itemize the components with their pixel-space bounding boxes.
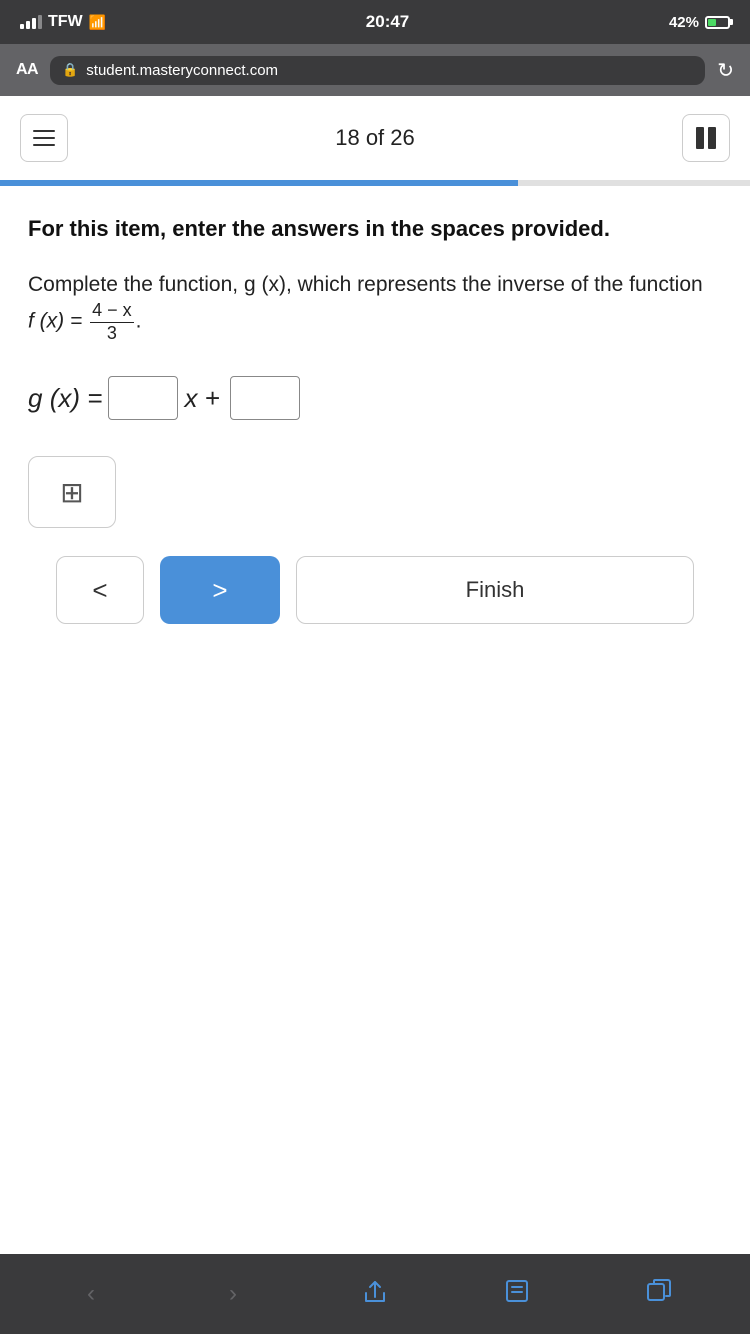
main-content: 18 of 26 For this item, enter the answer… xyxy=(0,96,750,1254)
equation-row: g (x) = x + xyxy=(28,376,722,420)
top-nav: 18 of 26 xyxy=(0,96,750,180)
ios-bookmarks-button[interactable] xyxy=(493,1270,541,1318)
hamburger-button[interactable] xyxy=(20,114,68,162)
refresh-button[interactable]: ↻ xyxy=(717,58,734,83)
calculator-icon: ⊞ xyxy=(60,476,83,509)
finish-label: Finish xyxy=(466,577,525,603)
question-area: For this item, enter the answers in the … xyxy=(0,186,750,963)
next-icon: > xyxy=(212,575,227,606)
battery-percent: 42% xyxy=(669,14,699,31)
status-bar: TFW 📶 20:47 42% xyxy=(0,0,750,44)
ios-tabs-icon xyxy=(646,1278,672,1311)
browser-url-text: student.masteryconnect.com xyxy=(86,62,278,79)
ios-back-icon: ‹ xyxy=(87,1280,95,1308)
ios-forward-button[interactable]: › xyxy=(209,1270,257,1318)
bottom-nav: < > Finish xyxy=(28,556,722,652)
period: . xyxy=(136,310,142,333)
wifi-icon: 📶 xyxy=(89,14,106,31)
prev-button[interactable]: < xyxy=(56,556,144,624)
function-label: f (x) = xyxy=(28,310,88,333)
ios-share-button[interactable] xyxy=(351,1270,399,1318)
x-symbol: x + xyxy=(184,383,219,414)
finish-button[interactable]: Finish xyxy=(296,556,694,624)
columns-button[interactable] xyxy=(682,114,730,162)
calculator-button[interactable]: ⊞ xyxy=(28,456,116,528)
hamburger-line-2 xyxy=(33,137,55,139)
coefficient-input[interactable] xyxy=(108,376,178,420)
signal-icon xyxy=(20,15,42,29)
question-body-text: Complete the function, g (x), which repr… xyxy=(28,273,703,296)
prev-icon: < xyxy=(92,575,107,606)
status-right: 42% xyxy=(669,14,730,31)
hamburger-line-3 xyxy=(33,144,55,146)
browser-aa-button[interactable]: AA xyxy=(16,61,38,79)
content-spacer xyxy=(0,963,750,1254)
hamburger-line-1 xyxy=(33,130,55,132)
next-button[interactable]: > xyxy=(160,556,280,624)
ios-toolbar: ‹ › xyxy=(0,1254,750,1334)
lock-icon: 🔒 xyxy=(62,62,78,78)
browser-url-area[interactable]: 🔒 student.masteryconnect.com xyxy=(50,56,705,85)
browser-bar: AA 🔒 student.masteryconnect.com ↻ xyxy=(0,44,750,96)
columns-icon xyxy=(696,127,716,149)
fraction-numerator: 4 − x xyxy=(90,300,134,323)
instructions-text: For this item, enter the answers in the … xyxy=(28,214,722,245)
clock: 20:47 xyxy=(366,12,409,32)
ios-forward-icon: › xyxy=(229,1280,237,1308)
ios-bookmarks-icon xyxy=(504,1277,530,1312)
battery-icon xyxy=(705,16,730,29)
ios-tabs-button[interactable] xyxy=(635,1270,683,1318)
ios-back-button[interactable]: ‹ xyxy=(67,1270,115,1318)
carrier-label: TFW xyxy=(48,13,83,31)
question-body: Complete the function, g (x), which repr… xyxy=(28,269,722,345)
constant-input[interactable] xyxy=(230,376,300,420)
ios-share-icon xyxy=(362,1277,388,1312)
equation-label: g (x) = xyxy=(28,383,102,414)
progress-label: 18 of 26 xyxy=(335,125,415,151)
fraction-denominator: 3 xyxy=(105,323,119,345)
fraction-display: 4 − x3 xyxy=(88,310,136,333)
status-left: TFW 📶 xyxy=(20,13,106,31)
